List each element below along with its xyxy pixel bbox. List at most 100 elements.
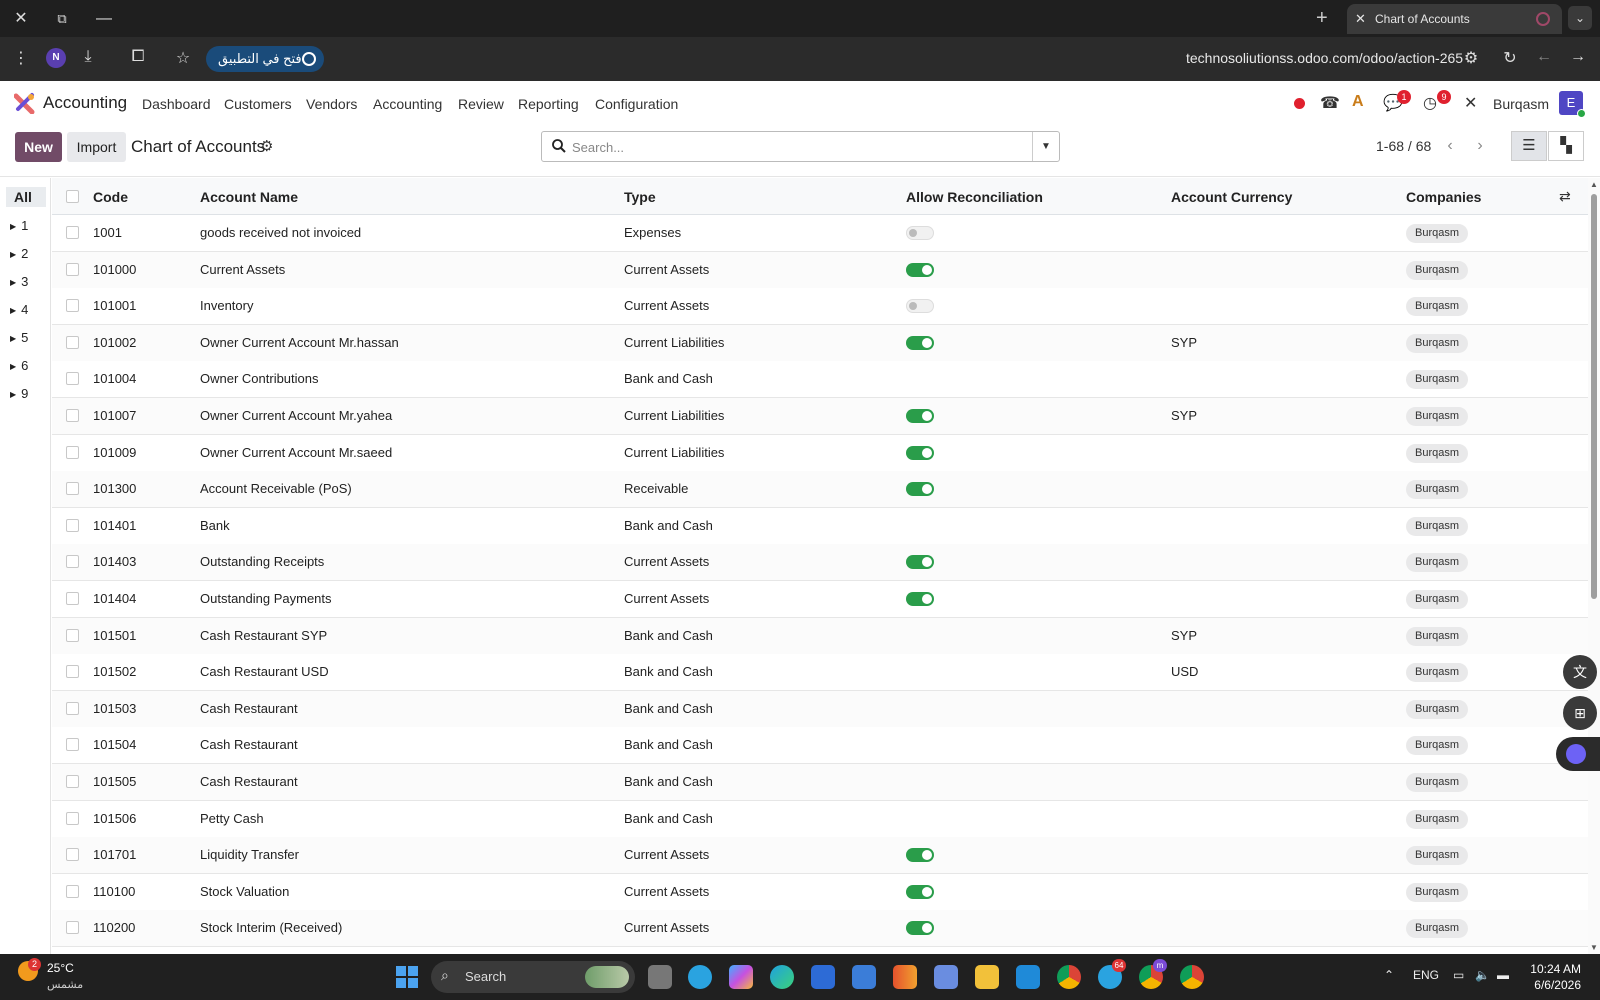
azure-icon[interactable] <box>852 965 876 989</box>
forward-icon[interactable]: → <box>1567 48 1589 66</box>
reconcile-toggle[interactable] <box>906 884 934 899</box>
column-companies[interactable]: Companies <box>1406 189 1481 205</box>
group-item[interactable]: ▶ 2 <box>10 246 28 261</box>
file-explorer-icon[interactable] <box>975 965 999 989</box>
list-view-icon[interactable]: ☰ <box>1511 131 1547 161</box>
site-settings-icon[interactable]: ⚙ <box>1460 48 1482 68</box>
browser-tab[interactable]: ✕ Chart of Accounts <box>1347 4 1562 34</box>
back-icon[interactable]: ← <box>1533 48 1555 66</box>
table-row[interactable]: 101401 Bank Bank and Cash Burqasm <box>52 507 1588 545</box>
table-row[interactable]: 101503 Cash Restaurant Bank and Cash Burqas… <box>52 690 1588 728</box>
apps-grid-icon[interactable]: ⊞ <box>1563 696 1597 730</box>
row-checkbox[interactable] <box>66 665 79 679</box>
activities-icon[interactable]: ◷ <box>1423 93 1437 113</box>
column-account-currency[interactable]: Account Currency <box>1171 189 1292 205</box>
weather-temperature[interactable]: 25°C <box>47 961 74 975</box>
row-checkbox[interactable] <box>66 409 79 422</box>
menu-dashboard[interactable]: Dashboard <box>142 96 211 112</box>
row-checkbox[interactable] <box>66 445 79 459</box>
battery-icon[interactable]: ▬ <box>1497 968 1509 982</box>
new-tab-icon[interactable]: + <box>1316 7 1328 30</box>
reconcile-toggle[interactable] <box>906 226 934 240</box>
browser-menu-icon[interactable]: ⋮ <box>10 48 32 68</box>
row-checkbox[interactable] <box>66 884 79 898</box>
optional-columns-icon[interactable]: ⇄ <box>1559 188 1571 205</box>
network-icon[interactable]: ▭ <box>1453 968 1464 982</box>
reconcile-toggle[interactable] <box>906 299 934 314</box>
group-item[interactable]: ▶ 5 <box>10 330 28 345</box>
reconcile-toggle[interactable] <box>906 409 934 423</box>
phone-icon[interactable]: ☎ <box>1320 93 1340 113</box>
profile-avatar[interactable]: N <box>46 48 66 68</box>
office-app-icon[interactable] <box>893 965 917 989</box>
copilot-icon[interactable] <box>729 965 753 989</box>
task-view-icon[interactable] <box>648 965 672 989</box>
table-row[interactable]: 101403 Outstanding Receipts Current Assets… <box>52 544 1588 582</box>
tab-close-icon[interactable]: ✕ <box>1355 4 1366 34</box>
tab-list-icon[interactable]: ⌄ <box>1568 6 1592 30</box>
group-item[interactable]: ▶ 3 <box>10 274 28 289</box>
table-row[interactable]: 101404 Outstanding Payments Current Assets… <box>52 581 1588 618</box>
open-in-app-button[interactable]: فتح في التطبيق <box>206 46 324 72</box>
chat-assistant-button[interactable] <box>1556 737 1600 771</box>
row-checkbox[interactable] <box>66 738 79 752</box>
user-avatar[interactable]: E <box>1559 91 1586 118</box>
row-checkbox[interactable] <box>66 592 79 605</box>
reconcile-toggle[interactable] <box>906 555 934 570</box>
column-allow-reconciliation[interactable]: Allow Reconciliation <box>906 189 1043 205</box>
reconcile-toggle[interactable] <box>906 482 934 497</box>
chrome-icon[interactable] <box>1057 965 1081 989</box>
new-button[interactable]: New <box>15 132 62 162</box>
table-row[interactable]: 101701 Liquidity Transfer Current Assets Bu… <box>52 837 1588 875</box>
group-item[interactable]: ▶ 9 <box>10 386 28 401</box>
pager-previous-icon[interactable]: ‹ <box>1436 132 1464 160</box>
table-row[interactable]: 101000 Current Assets Current Assets Burqas… <box>52 251 1588 289</box>
table-row[interactable]: 101007 Owner Current Account Mr.yahea Curr… <box>52 398 1588 435</box>
table-row[interactable]: 101001 Inventory Current Assets Burqasm <box>52 288 1588 326</box>
downloads-icon[interactable]: ⤓ <box>77 48 99 66</box>
window-close-icon[interactable]: ✕ <box>10 8 32 30</box>
chrome-active-icon[interactable] <box>1180 965 1204 989</box>
volume-icon[interactable]: 🔈 <box>1475 968 1490 982</box>
table-row[interactable]: 101501 Cash Restaurant SYP Bank and Cash SY… <box>52 617 1588 655</box>
page-scrollbar[interactable]: ▲ ▼ <box>1588 178 1600 954</box>
extensions-icon[interactable]: ⧠ <box>127 48 149 66</box>
row-checkbox[interactable] <box>66 628 79 642</box>
reconcile-toggle[interactable] <box>906 848 934 863</box>
menu-customers[interactable]: Customers <box>224 96 292 112</box>
menu-reporting[interactable]: Reporting <box>518 96 579 112</box>
column-type[interactable]: Type <box>624 189 656 205</box>
app-name[interactable]: Accounting <box>43 93 127 113</box>
row-checkbox[interactable] <box>66 518 79 532</box>
address-bar[interactable]: technosoliutionss.odoo.com/odoo/action-2… <box>1186 50 1463 66</box>
column-account-name[interactable]: Account Name <box>200 189 298 205</box>
group-item[interactable]: ▶ 4 <box>10 302 28 317</box>
bookmark-star-icon[interactable]: ☆ <box>172 48 194 68</box>
window-restore-icon[interactable]: ⧉ <box>51 8 73 30</box>
scrollbar-thumb[interactable] <box>1591 194 1597 599</box>
table-row[interactable]: 110200 Stock Interim (Received) Current As… <box>52 910 1588 948</box>
table-row[interactable]: 110100 Stock Valuation Current Assets Burqa… <box>52 873 1588 911</box>
reconcile-toggle[interactable] <box>906 445 934 460</box>
table-row[interactable]: 101002 Owner Current Account Mr.hassan Cur… <box>52 324 1588 362</box>
select-all-checkbox[interactable] <box>66 190 79 203</box>
search-input[interactable] <box>572 137 1012 157</box>
windows-start-icon[interactable] <box>396 966 418 988</box>
row-checkbox[interactable] <box>66 811 79 825</box>
table-row[interactable]: 101505 Cash Restaurant Bank and Cash Burqas… <box>52 764 1588 801</box>
row-checkbox[interactable] <box>66 299 79 313</box>
table-row[interactable]: 1001 goods received not invoiced Expenses B… <box>52 215 1588 252</box>
search-options-dropdown-icon[interactable]: ▼ <box>1032 132 1059 161</box>
table-row[interactable]: 101009 Owner Current Account Mr.saeed Curr… <box>52 434 1588 472</box>
column-code[interactable]: Code <box>93 189 128 205</box>
gear-icon[interactable]: ⚙ <box>260 137 273 155</box>
taskbar-clock[interactable]: 10:24 AM 6/6/2026 <box>1521 961 1581 993</box>
kanban-view-icon[interactable]: ▚ <box>1548 131 1584 161</box>
group-item[interactable]: ▶ 1 <box>10 218 28 233</box>
group-item[interactable]: ▶ 6 <box>10 358 28 373</box>
row-checkbox[interactable] <box>66 848 79 862</box>
row-checkbox[interactable] <box>66 775 79 788</box>
group-all[interactable]: All <box>6 187 46 207</box>
company-switcher[interactable]: Burqasm <box>1493 96 1549 112</box>
scroll-down-icon[interactable]: ▼ <box>1590 943 1598 952</box>
